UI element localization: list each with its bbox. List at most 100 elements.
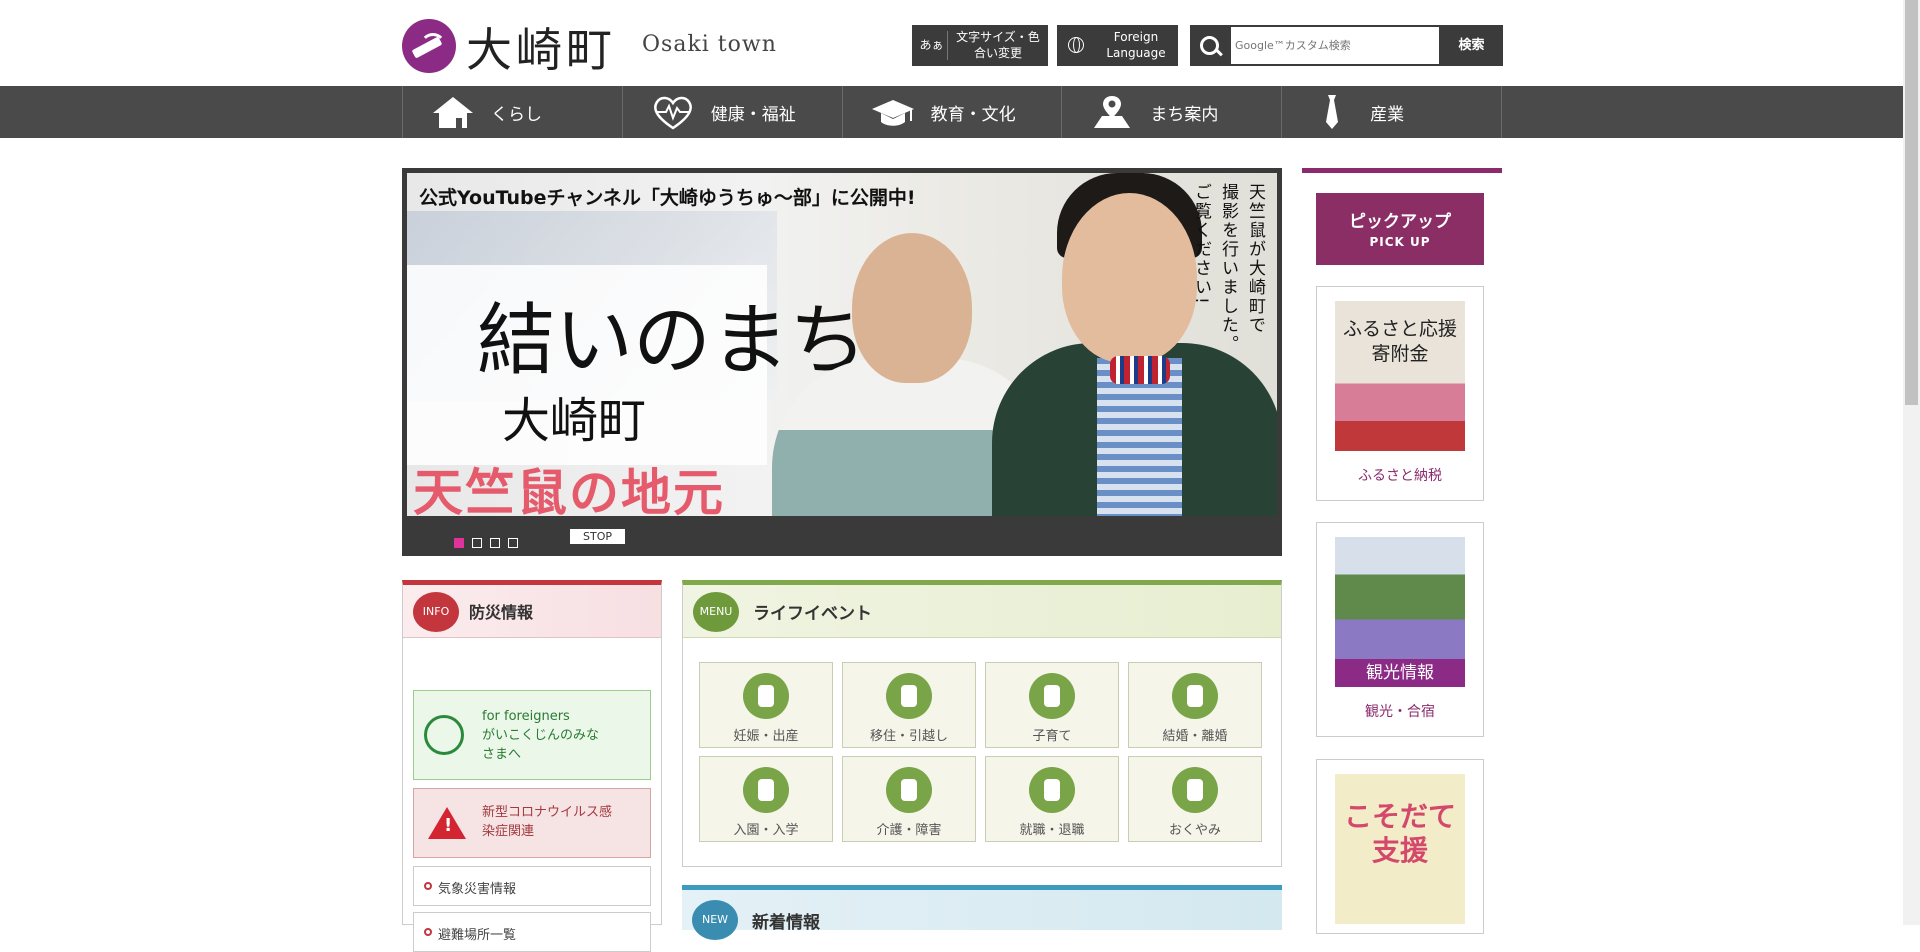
slide-dot-3[interactable]: [490, 537, 500, 548]
life-event-marriage[interactable]: 結婚・離婚: [1128, 662, 1262, 748]
slide-vertical-text: ご覧ください!: [1191, 183, 1211, 306]
nav-item-town-guide[interactable]: まち案内: [1061, 86, 1281, 138]
pickup-column: ピックアップ PICK UP ふるさと応援寄附金 ふるさと納税 観光情報 観光・…: [1302, 168, 1502, 934]
heart-pulse-icon: [653, 96, 692, 130]
nav-item-kurashi[interactable]: くらし: [402, 86, 622, 138]
global-nav: くらし 健康・福祉 教育・文化 まち案内 産業: [0, 86, 1903, 138]
town-emblem-icon[interactable]: [402, 19, 456, 73]
slide-image[interactable]: 公式YouTubeチャンネル「大崎ゆうちゅ～部」に公開中! 結いのまち 大崎町 …: [407, 173, 1277, 516]
evacuation-list-link[interactable]: 避難場所一覧: [413, 912, 651, 952]
font-size-label: 文字サイズ・色合い変更: [956, 30, 1040, 60]
panel-header: INFO 防災情報: [403, 585, 661, 638]
search-button[interactable]: 検索: [1440, 25, 1503, 66]
weather-disaster-link[interactable]: 気象災害情報: [413, 866, 651, 906]
life-event-label: 子育て: [1032, 729, 1072, 744]
panel-title: 新着情報: [752, 913, 820, 933]
life-event-label: 結婚・離婚: [1162, 729, 1228, 744]
scrollbar-thumb[interactable]: [1905, 0, 1918, 405]
memorial-icon: [1172, 767, 1218, 813]
hero-slider: 公式YouTubeチャンネル「大崎ゆうちゅ～部」に公開中! 結いのまち 大崎町 …: [402, 168, 1282, 556]
life-event-label: 移住・引越し: [869, 729, 948, 744]
ring-icon: [1172, 673, 1218, 719]
briefcase-icon: [1029, 767, 1075, 813]
slide-pink-caption: 天竺鼠の地元: [413, 464, 725, 516]
search-box: 検索: [1190, 25, 1503, 66]
slide-vertical-text: 天竺鼠が大崎町で: [1245, 183, 1265, 335]
nav-item-health[interactable]: 健康・福祉: [621, 86, 842, 138]
pickup-heading: ピックアップ PICK UP: [1316, 193, 1484, 265]
life-event-pregnancy[interactable]: 妊娠・出産: [699, 662, 833, 748]
card-caption[interactable]: ふるさと納税: [1317, 465, 1483, 485]
necktie-icon: [1326, 95, 1339, 129]
slide-dot-4[interactable]: [508, 537, 518, 548]
foreign-language-button[interactable]: Foreign Language: [1057, 25, 1178, 66]
disaster-info-panel: INFO 防災情報 for foreigners がいこくじんのみなさまへ 新型コ…: [402, 580, 662, 952]
panel-title: ライフイベント: [753, 604, 872, 624]
nav-label: 産業: [1370, 105, 1405, 125]
bullet-icon: [424, 882, 432, 890]
slide-dot-1[interactable]: [454, 537, 464, 548]
news-panel-header: NEW 新着情報: [682, 885, 1282, 940]
nav-label: くらし: [491, 105, 542, 125]
slide-logo-main: 結いのまち: [477, 296, 868, 386]
nav-label: 教育・文化: [930, 105, 1016, 125]
slide-title: 公式YouTubeチャンネル「大崎ゆうちゅ～部」に公開中!: [419, 187, 916, 209]
life-event-label: 就職・退職: [1019, 823, 1085, 838]
site-logo-en[interactable]: Osaki town: [642, 32, 777, 57]
foreigners-en: for foreigners: [482, 709, 570, 724]
foreigners-jp: がいこくじんのみなさまへ: [482, 728, 600, 762]
house-icon: [433, 97, 473, 128]
life-event-care-disability[interactable]: 介護・障害: [842, 756, 976, 842]
pickup-card-childcare[interactable]: こそだて支援: [1316, 759, 1484, 934]
life-event-childcare[interactable]: 子育て: [985, 662, 1119, 748]
tourism-band-label: 観光情報: [1335, 659, 1465, 687]
scrollbar[interactable]: [1903, 0, 1920, 925]
site-logo-jp[interactable]: 大崎町: [466, 14, 616, 80]
search-icon: [1200, 36, 1219, 55]
coronavirus-link[interactable]: 新型コロナウイルス感染症関連: [413, 788, 651, 858]
wheelchair-icon: [886, 767, 932, 813]
link-label: 避難場所一覧: [438, 928, 517, 943]
life-event-label: 介護・障害: [876, 823, 942, 838]
life-event-label: 入園・入学: [733, 823, 799, 838]
slide-logo-sub: 大崎町: [502, 393, 647, 449]
nav-label: 健康・福祉: [710, 105, 796, 125]
coronavirus-label: 新型コロナウイルス感染症関連: [482, 805, 613, 839]
menu-badge: MENU: [693, 592, 739, 632]
foreigners-link[interactable]: for foreigners がいこくじんのみなさまへ: [413, 690, 651, 780]
slider-stop-button[interactable]: STOP: [570, 529, 625, 544]
life-event-employment[interactable]: 就職・退職: [985, 756, 1119, 842]
panel-header: MENU ライフイベント: [683, 585, 1281, 638]
slider-pagination: [454, 532, 526, 548]
life-event-moving[interactable]: 移住・引越し: [842, 662, 976, 748]
nav-label: まち案内: [1150, 105, 1219, 125]
pickup-title: ピックアップ: [1349, 212, 1451, 232]
info-badge: INFO: [413, 592, 459, 632]
card-caption[interactable]: 観光・合宿: [1317, 701, 1483, 721]
font-size-color-button[interactable]: あぁ 文字サイズ・色合い変更: [912, 25, 1048, 66]
pregnant-person-icon: [743, 673, 789, 719]
nav-item-education[interactable]: 教育・文化: [841, 86, 1062, 138]
life-events-panel: MENU ライフイベント 妊娠・出産 移住・引越し 子育て 結婚・離婚 入園・入…: [682, 580, 1282, 867]
nav-item-industry[interactable]: 産業: [1281, 86, 1502, 138]
furusato-image-text: ふるさと応援寄附金: [1342, 318, 1457, 365]
bow-tie: [1110, 356, 1170, 384]
font-size-icon: あぁ: [916, 31, 948, 60]
slide-dot-2[interactable]: [472, 537, 482, 548]
life-event-school-entry[interactable]: 入園・入学: [699, 756, 833, 842]
new-badge: NEW: [692, 900, 738, 940]
map-pin-icon: [1094, 96, 1131, 128]
site-header: 大崎町 Osaki town あぁ 文字サイズ・色合い変更 Foreign La…: [402, 0, 1503, 86]
globe-icon: [424, 715, 464, 755]
pickup-card-tourism[interactable]: 観光情報 観光・合宿: [1316, 522, 1484, 737]
foreign-language-label: Foreign Language: [1106, 30, 1166, 60]
childcare-image-text: こそだて支援: [1343, 800, 1456, 867]
life-events-grid: 妊娠・出産 移住・引越し 子育て 結婚・離婚 入園・入学 介護・障害 就職・退職…: [699, 662, 1263, 842]
flower-bouquet-icon: [743, 767, 789, 813]
slide-vertical-text: 撮影を行いました。: [1218, 183, 1238, 354]
search-input[interactable]: [1231, 27, 1439, 64]
life-event-condolence[interactable]: おくやみ: [1128, 756, 1262, 842]
pickup-card-furusato[interactable]: ふるさと応援寄附金 ふるさと納税: [1316, 286, 1484, 501]
life-event-label: 妊娠・出産: [733, 729, 799, 744]
life-event-label: おくやみ: [1168, 823, 1221, 838]
